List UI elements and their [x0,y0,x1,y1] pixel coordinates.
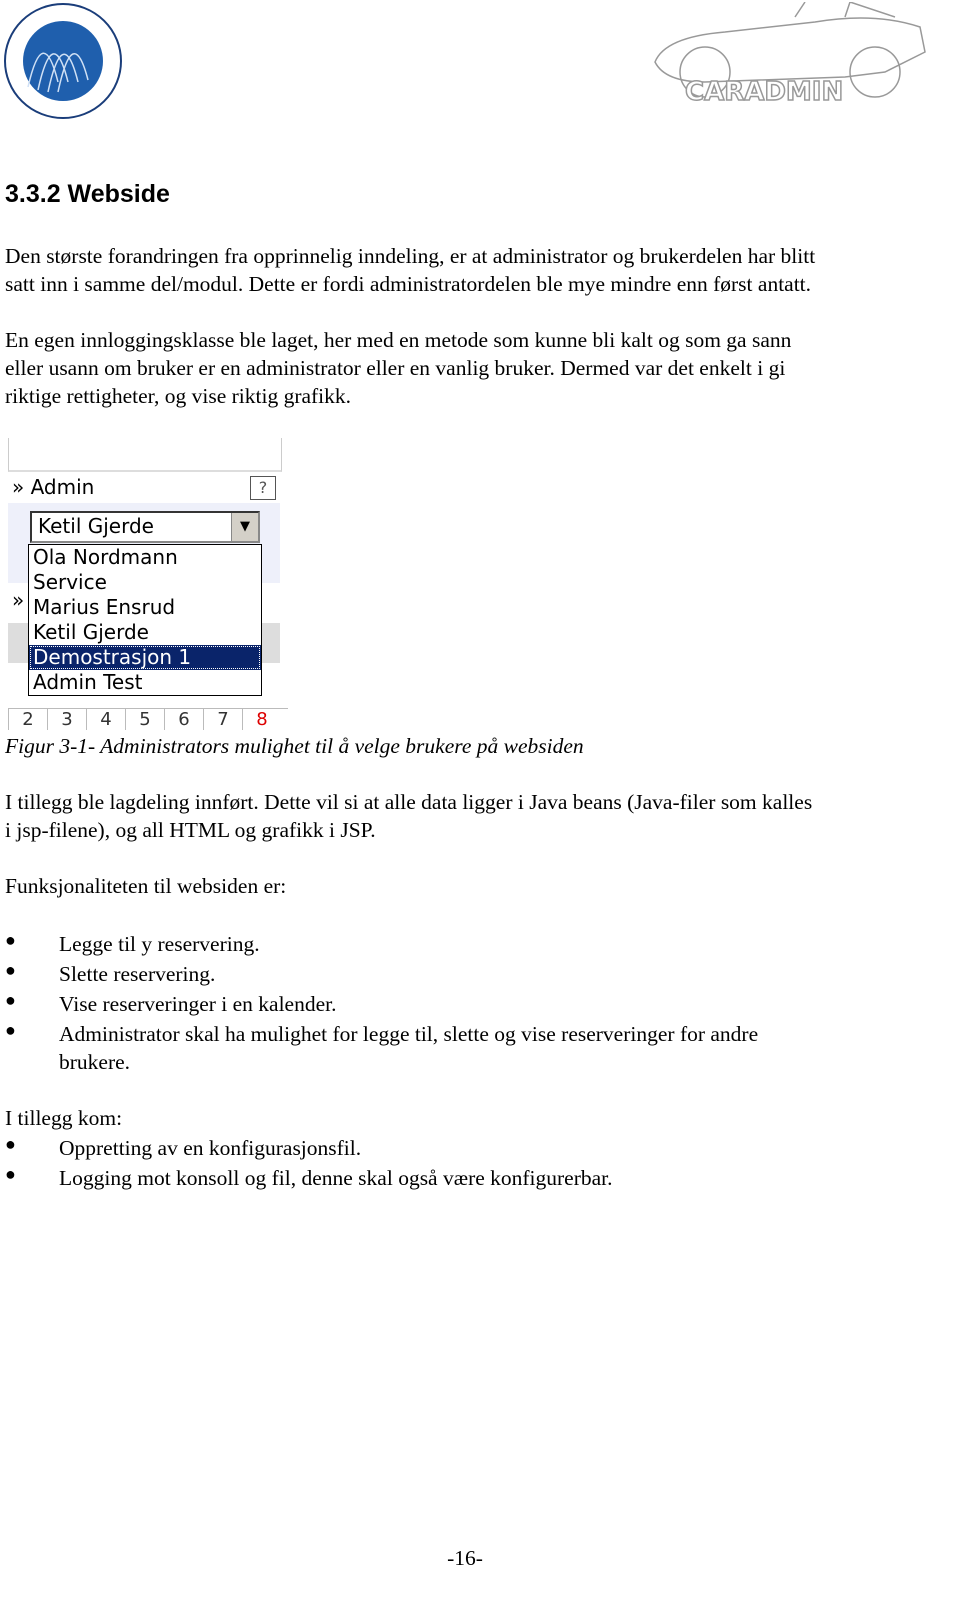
calendar-day[interactable]: 4 [86,709,125,730]
figure-caption: Figur 3-1- Administrators mulighet til å… [5,734,584,758]
calendar-day[interactable]: 8 [242,709,281,730]
list-item: Slette reservering. [59,962,216,986]
dropdown-option-highlighted[interactable]: Demostrasjon 1 [29,645,261,670]
dropdown-option[interactable]: Ketil Gjerde [29,620,261,645]
text-line: I tillegg ble lagdeling innført. Dette v… [5,790,813,814]
list-item: Oppretting av en konfigurasjonsfil. [59,1136,362,1160]
page-number: -16- [447,1546,483,1570]
admin-user-select-figure: » Admin ? Ketil Gjerde ▼ » 2345678 Ola N… [8,438,288,730]
paragraph-1: Den største forandringen fra opprinnelig… [5,242,815,298]
paragraph-3: I tillegg ble lagdeling innført. Dette v… [5,788,812,844]
admin-section-label: » Admin [12,475,95,499]
list-item: Legge til y reservering. [59,932,260,956]
text-line: eller usann om bruker er en administrato… [5,356,786,380]
dropdown-option[interactable]: Admin Test [29,670,261,695]
chevron-down-icon[interactable]: ▼ [231,513,258,541]
text-line: riktige rettigheter, og vise riktig graf… [5,384,352,408]
calendar-day[interactable]: 5 [125,709,164,730]
help-button[interactable]: ? [250,476,276,500]
user-select[interactable]: Ketil Gjerde ▼ [30,511,260,543]
section-heading: 3.3.2 Webside [5,180,170,208]
calendar-day[interactable]: 7 [203,709,242,730]
dropdown-option[interactable]: Service [29,570,261,595]
list-item: Logging mot konsoll og fil, denne skal o… [59,1166,613,1190]
calendar-day[interactable]: 2 [8,709,47,730]
list-item-continuation: brukere. [59,1050,131,1074]
calendar-day[interactable]: 6 [164,709,203,730]
list-item: Administrator skal ha mulighet for legge… [59,1022,759,1046]
paragraph-2: En egen innloggingsklasse ble laget, her… [5,326,791,410]
hig-logo [3,2,123,125]
paragraph-4: Funksjonaliteten til websiden er: [5,874,287,898]
user-select-value: Ketil Gjerde [38,514,154,538]
text-line: satt inn i samme del/modul. Dette er for… [5,272,812,296]
text-line: En egen innloggingsklasse ble laget, her… [5,328,792,352]
dropdown-option[interactable]: Marius Ensrud [29,595,261,620]
svg-text:CARADMIN: CARADMIN [685,77,843,102]
calendar-row: 2345678 [8,708,288,731]
caradmin-logo: CARADMIN [645,1,930,108]
list-item: Vise reserveringer i en kalender. [59,992,337,1016]
dropdown-option[interactable]: Ola Nordmann [29,545,261,570]
text-line: Den største forandringen fra opprinnelig… [5,244,816,268]
user-dropdown-list: Ola Nordmann Service Marius Ensrud Ketil… [28,544,262,696]
calendar-day[interactable]: 3 [47,709,86,730]
text-line: i jsp-filene), og all HTML og grafikk i … [5,818,376,842]
paragraph-5: I tillegg kom: [5,1106,123,1130]
